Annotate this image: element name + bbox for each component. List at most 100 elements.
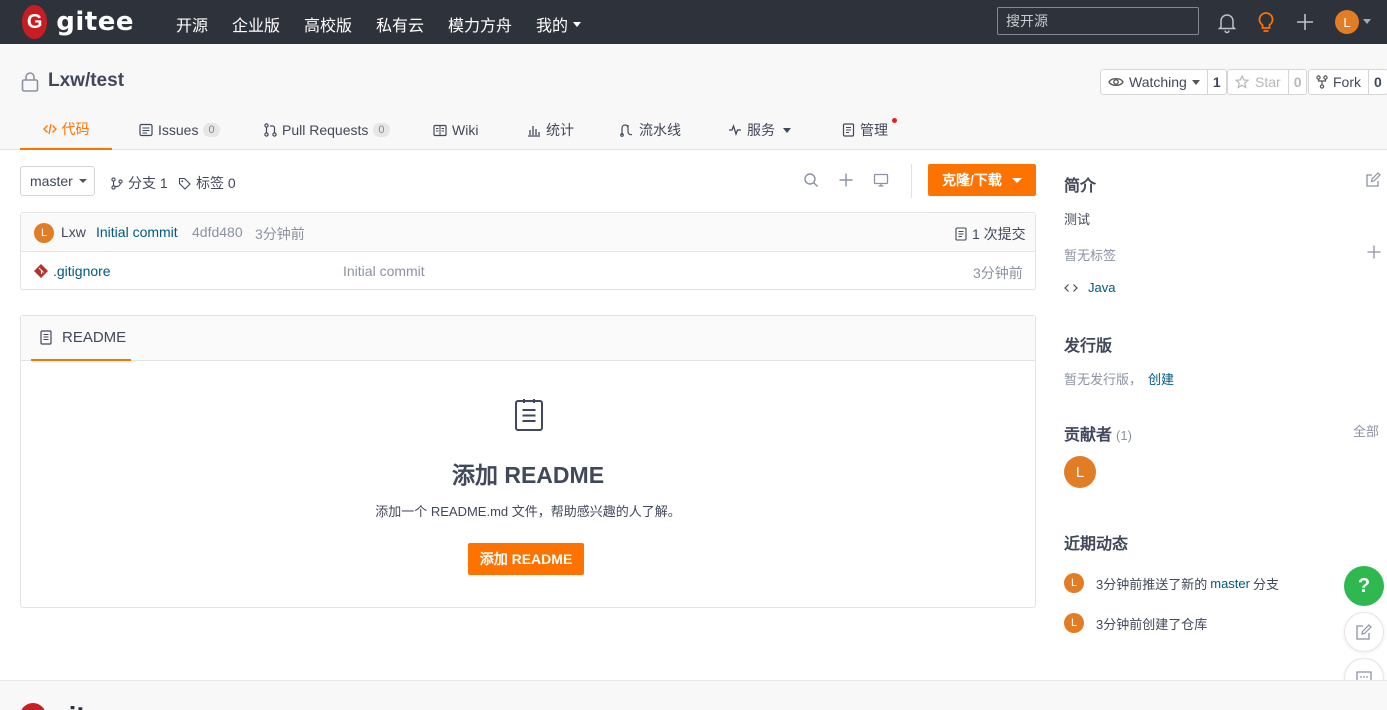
commit-author[interactable]: Lxw [61,224,86,240]
user-avatar[interactable]: L [1335,10,1359,34]
chevron-down-icon [78,179,87,183]
avatar[interactable]: L [34,223,54,243]
star-label: Star [1255,74,1281,90]
issues-count-badge: 0 [203,123,220,137]
chevron-down-icon [1011,177,1022,183]
add-file-icon[interactable] [838,172,854,188]
watch-count[interactable]: 1 [1208,70,1226,94]
repo-header: Lxw/test Watching 1 Star 0 Fork 0 代码 Iss… [0,44,1387,150]
nav-link-education[interactable]: 高校版 [304,12,352,36]
star-button-group: Star 0 [1227,69,1308,95]
avatar[interactable]: L [1064,613,1084,633]
book-icon [433,124,447,136]
manage-icon [842,123,855,137]
search-input[interactable] [997,7,1199,35]
commit-hash[interactable]: 4dfd480 [192,224,243,240]
issues-icon [139,123,153,137]
lightbulb-icon[interactable] [1254,10,1278,34]
nav-link-enterprise[interactable]: 企业版 [232,12,280,36]
watch-button[interactable]: Watching [1101,70,1208,94]
contributors-all-link[interactable]: 全部 [1353,421,1379,440]
activity-branch-link[interactable]: master [1210,576,1250,591]
latest-commit-row: L Lxw Initial commit 4dfd480 3分钟前 1 次提交 [21,213,1035,252]
star-count[interactable]: 0 [1289,70,1307,94]
document-icon [513,398,545,432]
tags-link[interactable]: 标签 0 [178,173,236,193]
readme-doc-icon [40,330,52,345]
tab-pipeline-label: 流水线 [639,122,681,138]
tab-stats[interactable]: 统计 [527,110,574,150]
main-content: master 分支 1 标签 0 克隆/下载 L Lxw Initial com… [0,150,1387,680]
plus-icon[interactable] [1293,10,1317,34]
file-time: 3分钟前 [973,265,1023,281]
bar-chart-icon [528,125,540,137]
release-empty-text: 暂无发行版， [1064,372,1143,387]
list-item: L 3分钟前创建了仓库 [1064,613,1207,633]
eye-icon [1108,77,1124,87]
intro-text: 测试 [1064,212,1091,227]
tab-manage-label: 管理 [860,122,888,138]
edit-note-icon [1356,624,1372,640]
add-tag-icon[interactable] [1367,245,1381,259]
footer-logo[interactable]: gitee [20,703,117,710]
add-readme-button[interactable]: 添加 README [468,543,584,575]
readme-tab[interactable]: README [31,316,131,361]
readme-empty-title: 添加 README [451,462,605,488]
pipeline-icon [620,124,633,137]
branches-link[interactable]: 分支 1 [111,173,168,193]
activity-text: 3分钟前创建了仓库 [1096,616,1208,632]
contributors-count: (1) [1116,428,1132,443]
tab-services[interactable]: 服务 [728,110,791,150]
language-item[interactable]: Java [1064,280,1115,295]
tab-issues-label: Issues [158,122,199,138]
gitee-logo[interactable]: G gitee [22,5,134,39]
search-icon[interactable] [803,172,819,188]
bell-icon[interactable] [1215,10,1239,34]
table-row: .gitignore Initial commit 3分钟前 [21,252,1035,290]
file-name[interactable]: .gitignore [53,263,111,279]
pulse-icon [729,124,741,136]
nav-link-moli[interactable]: 模力方舟 [448,12,512,36]
create-release-link[interactable]: 创建 [1148,369,1174,388]
list-item: L 3分钟前推送了新的 master 分支 [1064,573,1279,593]
fork-count[interactable]: 0 [1369,70,1387,94]
avatar[interactable]: L [1064,573,1084,593]
top-navbar: G gitee 开源 企业版 高校版 私有云 模力方舟 我的 L [0,0,1387,44]
nav-link-private-cloud[interactable]: 私有云 [376,12,424,36]
tab-issues[interactable]: Issues 0 [139,110,220,150]
repo-title[interactable]: Lxw/test [48,70,124,92]
chevron-down-icon [573,21,582,27]
edit-icon[interactable] [1365,172,1381,188]
help-button[interactable]: ? [1344,566,1384,606]
language-label: Java [1088,280,1116,295]
nav-link-mine[interactable]: 我的 [536,12,582,36]
no-tags-text: 暂无标签 [1064,248,1117,263]
chevron-down-icon[interactable] [1363,19,1371,24]
commit-message[interactable]: Initial commit [96,224,178,240]
fork-button[interactable]: Fork [1309,70,1369,94]
notification-dot [892,118,897,123]
tab-pipeline[interactable]: 流水线 [620,110,681,150]
star-button[interactable]: Star [1228,70,1289,94]
branch-selector[interactable]: master [20,166,95,196]
tab-pull-requests[interactable]: Pull Requests 0 [264,110,390,150]
feedback-button[interactable] [1344,612,1384,652]
commits-count-link[interactable]: 1 次提交 [955,224,1026,244]
tab-code[interactable]: 代码 [20,110,112,150]
tab-wiki[interactable]: Wiki [433,110,478,150]
code-icon [1064,283,1078,292]
release-info: 暂无发行版， 创建 [1064,369,1174,388]
tab-manage[interactable]: 管理 [842,110,897,150]
nav-link-open-source[interactable]: 开源 [176,12,208,36]
intro-heading: 简介 [1064,178,1097,195]
fork-button-group: Fork 0 [1308,69,1387,95]
fork-icon [1316,75,1328,89]
avatar[interactable]: L [1064,456,1096,488]
toolbar-divider [911,164,912,198]
readme-panel: README 添加 README 添加一个 README.md 文件，帮助感兴趣… [20,315,1036,608]
clone-download-button[interactable]: 克隆/下载 [928,164,1036,196]
document-icon [955,227,967,241]
web-ide-icon[interactable] [873,172,889,188]
file-commit-message[interactable]: Initial commit [343,263,425,279]
clone-label: 克隆/下载 [942,172,1002,188]
